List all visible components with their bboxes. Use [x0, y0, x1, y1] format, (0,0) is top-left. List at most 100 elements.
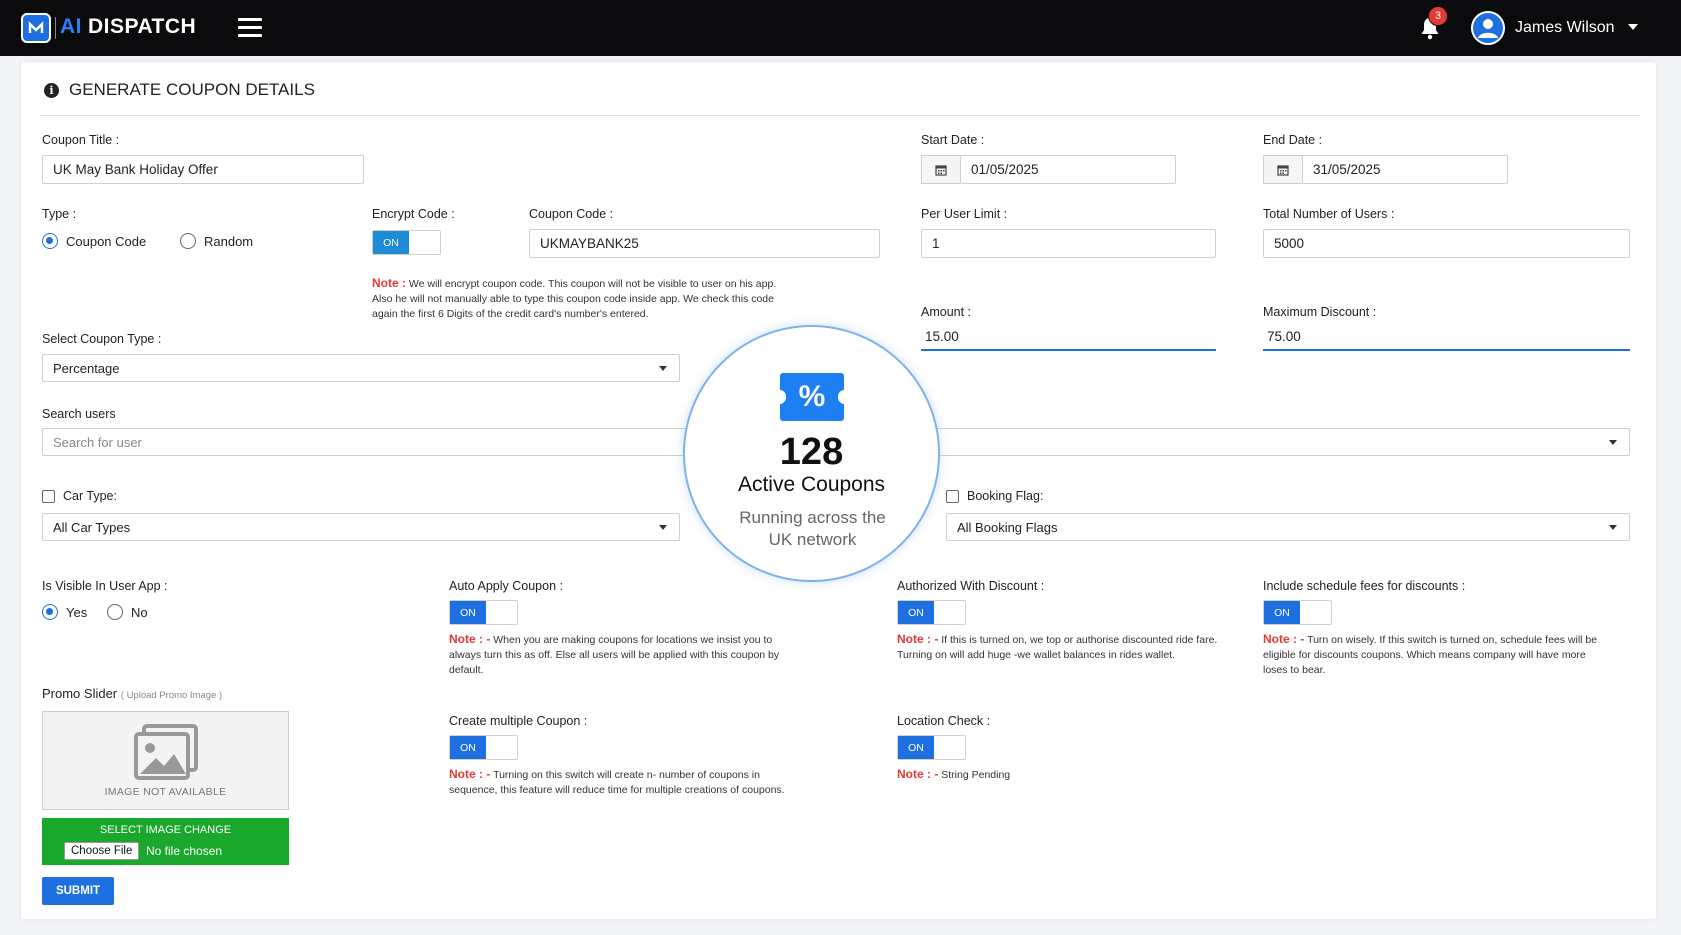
toggle-state: ON	[450, 601, 486, 624]
encrypt-code-toggle[interactable]: ON	[372, 230, 441, 255]
note-text: Turn on wisely. If this switch is turned…	[1307, 634, 1598, 646]
user-name[interactable]: James Wilson	[1515, 19, 1615, 37]
radio-unselected[interactable]	[180, 233, 196, 249]
note-text: We will encrypt coupon code. This coupon…	[408, 278, 777, 290]
car-type-select[interactable]: All Car Types	[42, 513, 680, 541]
search-placeholder: Search for user	[53, 435, 142, 450]
chevron-down-icon	[659, 366, 667, 371]
visible-radio-no[interactable]: No	[107, 604, 148, 620]
car-type-checkbox[interactable]: Car Type:	[42, 489, 117, 503]
note-text: If this is turned on, we top or authoris…	[941, 634, 1218, 646]
note-prefix: Note : -	[449, 767, 491, 781]
type-radio-coupon-code[interactable]: Coupon Code	[42, 233, 146, 249]
start-date-input[interactable]: 01/05/2025	[960, 155, 1176, 184]
end-date-input[interactable]: 31/05/2025	[1302, 155, 1508, 184]
active-coupons-title: Active Coupons	[737, 473, 886, 496]
search-users-label: Search users	[42, 407, 116, 421]
auto-apply-toggle[interactable]: ON	[449, 600, 518, 625]
location-check-note: Note : - String Pending	[897, 767, 1197, 783]
coupon-title-label: Coupon Title :	[42, 133, 120, 147]
authorized-discount-label: Authorized With Discount :	[897, 579, 1045, 593]
divider	[40, 115, 1640, 116]
calendar-icon[interactable]	[1263, 155, 1302, 184]
total-users-label: Total Number of Users :	[1263, 207, 1395, 221]
promo-label: Promo Slider	[42, 686, 118, 701]
promo-slider-label: Promo Slider ( Upload Promo Image )	[42, 686, 222, 701]
promo-sublabel: ( Upload Promo Image )	[120, 690, 223, 701]
schedule-fees-label: Include schedule fees for discounts :	[1263, 579, 1466, 593]
max-discount-input[interactable]: 75.00	[1263, 325, 1630, 351]
max-discount-label: Maximum Discount :	[1263, 305, 1377, 319]
coupon-ticket-icon: %	[774, 373, 850, 421]
note-text: When you are making coupons for location…	[493, 634, 773, 646]
multiple-coupon-label: Create multiple Coupon :	[449, 714, 588, 728]
authorized-discount-note: Note : - If this is turned on, we top or…	[897, 632, 1247, 663]
note-text: default.	[449, 664, 484, 676]
notification-badge: 3	[1428, 6, 1448, 26]
booking-flag-select[interactable]: All Booking Flags	[946, 513, 1630, 541]
authorized-discount-toggle[interactable]: ON	[897, 600, 966, 625]
select-value: All Booking Flags	[957, 520, 1058, 535]
radio-label: Yes	[66, 604, 88, 620]
select-value: All Car Types	[53, 520, 131, 535]
location-check-toggle[interactable]: ON	[897, 735, 966, 760]
radio-unselected[interactable]	[107, 604, 123, 620]
checkbox[interactable]	[946, 489, 959, 503]
note-prefix: Note : -	[1263, 632, 1305, 646]
coupon-title-input[interactable]: UK May Bank Holiday Offer	[42, 155, 364, 184]
top-navbar: AI DISPATCH 3 James Wilson	[0, 0, 1681, 56]
note-prefix: Note : -	[449, 632, 491, 646]
info-icon: i	[44, 82, 59, 98]
user-avatar-icon[interactable]	[1471, 11, 1505, 45]
schedule-fees-toggle[interactable]: ON	[1263, 600, 1332, 625]
choose-file-button[interactable]: Choose File	[64, 842, 140, 860]
menu-icon[interactable]	[238, 18, 262, 38]
per-user-limit-input[interactable]: 1	[921, 229, 1216, 258]
radio-selected[interactable]	[42, 604, 58, 620]
note-text: always turn this as off. Else all users …	[449, 649, 780, 661]
brand-ai: AI	[60, 15, 82, 38]
booking-flag-checkbox[interactable]: Booking Flag:	[946, 489, 1043, 503]
visible-in-app-label: Is Visible In User App :	[42, 579, 168, 593]
brand-rest: DISPATCH	[88, 15, 197, 38]
submit-button[interactable]: SUBMIT	[42, 877, 114, 905]
amount-input[interactable]: 15.00	[921, 325, 1216, 351]
chevron-down-icon	[1609, 525, 1617, 530]
select-value: Percentage	[53, 361, 120, 376]
note-text: String Pending	[941, 769, 1011, 781]
subtitle-line: UK network	[768, 530, 857, 549]
select-image-label: SELECT IMAGE CHANGE	[99, 824, 232, 836]
checkbox-label: Booking Flag:	[967, 489, 1044, 503]
note-text: Also he will not manually able to type t…	[372, 293, 774, 305]
encrypt-note: Note : We will encrypt coupon code. This…	[372, 276, 842, 322]
radio-selected[interactable]	[42, 233, 58, 249]
type-label: Type :	[42, 207, 77, 221]
checkbox[interactable]	[42, 489, 55, 503]
calendar-icon[interactable]	[921, 155, 960, 184]
toggle-state: ON	[898, 601, 934, 624]
no-file-text: No file chosen	[146, 844, 223, 858]
chevron-down-icon	[659, 525, 667, 530]
image-placeholder-icon	[133, 723, 198, 780]
encrypt-code-label: Encrypt Code :	[372, 207, 455, 221]
promo-image-preview: IMAGE NOT AVAILABLE	[42, 711, 289, 810]
active-coupons-subtitle: Running across the UK network	[715, 507, 910, 551]
logo-icon[interactable]	[21, 13, 51, 43]
image-not-available-text: IMAGE NOT AVAILABLE	[104, 785, 227, 798]
radio-label: Random	[204, 233, 254, 249]
note-text: again the first 6 Digits of the credit c…	[372, 308, 649, 320]
toggle-state: ON	[898, 736, 934, 759]
multiple-coupon-note: Note : - Turning on this switch will cre…	[449, 767, 849, 798]
radio-label: Coupon Code	[66, 233, 147, 249]
visible-radio-yes[interactable]: Yes	[42, 604, 87, 620]
coupon-code-input[interactable]: UKMAYBANK25	[529, 229, 880, 258]
total-users-input[interactable]: 5000	[1263, 229, 1630, 258]
location-check-label: Location Check :	[897, 714, 991, 728]
multiple-coupon-toggle[interactable]: ON	[449, 735, 518, 760]
active-coupons-stat: % 128 Active Coupons Running across the U…	[683, 325, 940, 582]
select-image-button[interactable]: SELECT IMAGE CHANGE Choose File No file …	[42, 818, 289, 865]
coupon-type-select[interactable]: Percentage	[42, 354, 680, 382]
chevron-down-icon[interactable]	[1628, 24, 1638, 30]
type-radio-random[interactable]: Random	[180, 233, 253, 249]
note-prefix: Note : -	[897, 632, 939, 646]
